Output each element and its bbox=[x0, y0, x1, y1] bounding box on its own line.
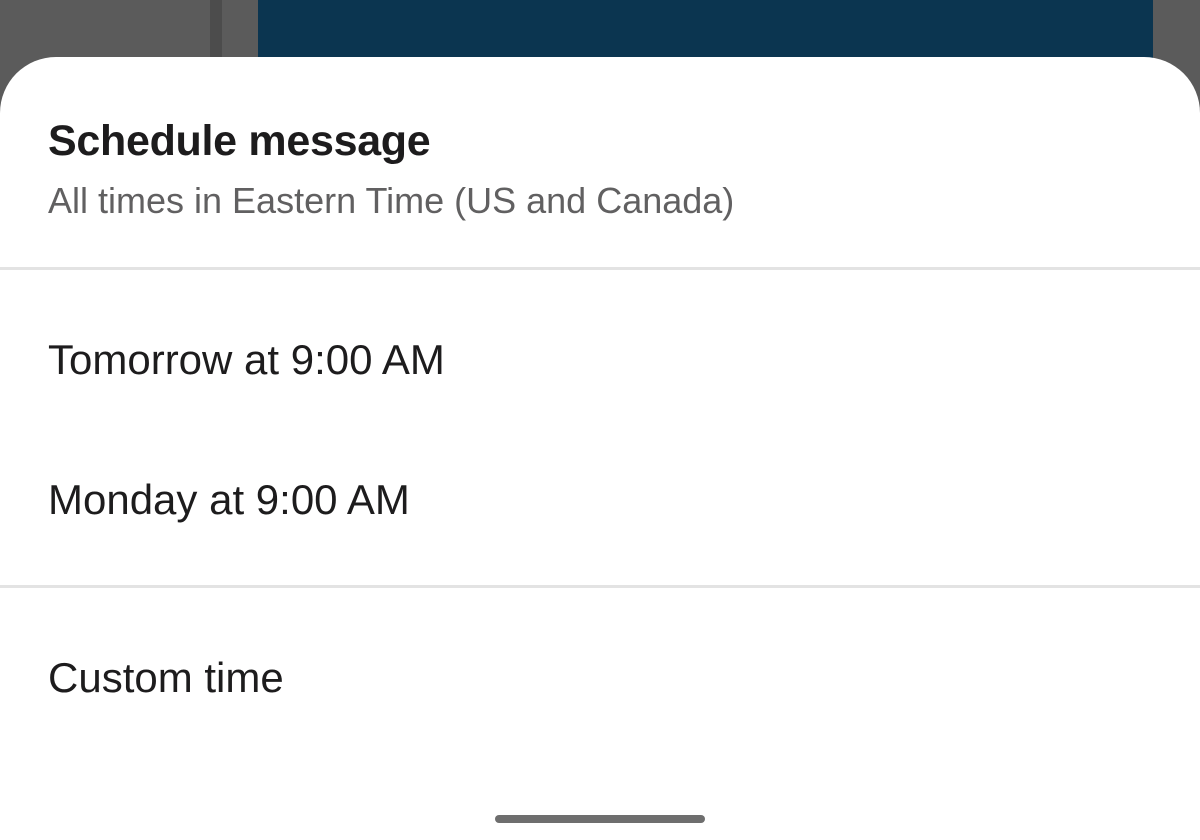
option-monday-9am[interactable]: Monday at 9:00 AM bbox=[0, 445, 1200, 555]
option-label: Custom time bbox=[48, 654, 284, 701]
header-divider bbox=[0, 267, 1200, 270]
timezone-subtitle: All times in Eastern Time (US and Canada… bbox=[48, 180, 735, 221]
home-indicator-bar[interactable] bbox=[495, 815, 705, 823]
option-custom-time[interactable]: Custom time bbox=[0, 623, 1200, 733]
sheet-header: Schedule message All times in Eastern Ti… bbox=[48, 117, 1152, 221]
option-label: Monday at 9:00 AM bbox=[48, 476, 410, 523]
schedule-message-sheet: Schedule message All times in Eastern Ti… bbox=[0, 57, 1200, 840]
sheet-title: Schedule message bbox=[48, 117, 431, 165]
option-label: Tomorrow at 9:00 AM bbox=[48, 336, 445, 383]
option-tomorrow-9am[interactable]: Tomorrow at 9:00 AM bbox=[0, 305, 1200, 415]
options-divider bbox=[0, 585, 1200, 588]
